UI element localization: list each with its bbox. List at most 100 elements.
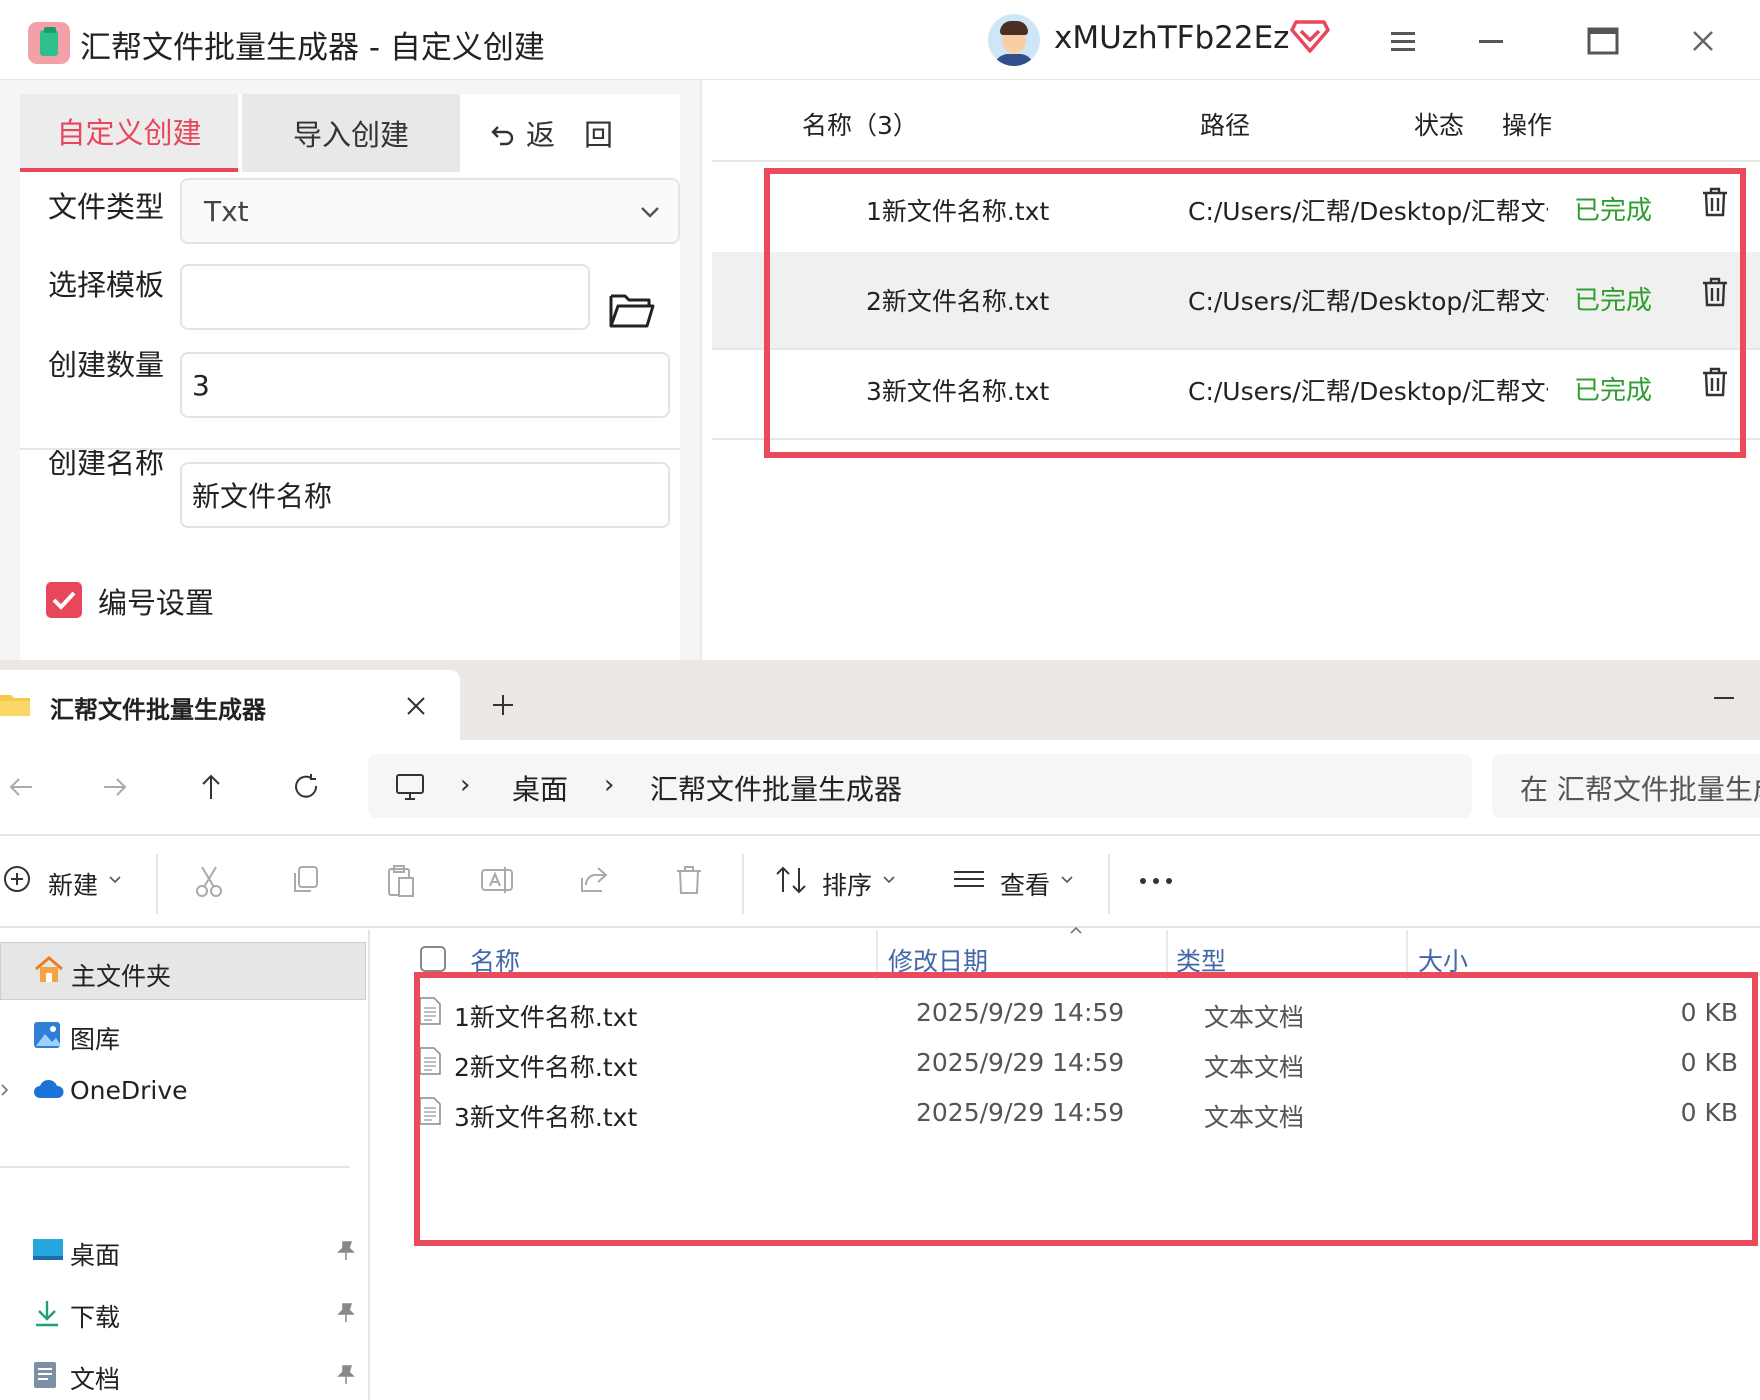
sidebar-item-documents[interactable]: 文档 [0, 1346, 366, 1400]
folder-open-icon[interactable] [608, 290, 656, 330]
sort-button[interactable]: 排序 [822, 866, 872, 902]
template-label: 选择模板 [48, 268, 165, 302]
back-button[interactable]: 返 回 [488, 94, 668, 172]
navigation-bar: › 桌面 › 汇帮文件批量生成器 在 汇帮文件批量生成器 中搜索 [0, 740, 1760, 836]
toolbar-divider [1108, 854, 1110, 914]
form-divider [20, 448, 680, 450]
home-icon [35, 956, 63, 982]
numbering-checkbox[interactable] [46, 582, 82, 618]
sidebar-item-label: 下载 [70, 1303, 121, 1332]
name-input[interactable]: 新文件名称 [180, 462, 670, 528]
copy-icon[interactable] [290, 864, 320, 896]
app-window: 汇帮文件批量生成器 - 自定义创建 xMUzhTFb22Ez 自定义创建 导入创… [0, 0, 1760, 660]
back-label: 返 回 [526, 118, 614, 152]
command-toolbar: 新建 排序 查看 [0, 838, 1760, 928]
highlight-box [414, 972, 1758, 1246]
back-icon[interactable] [6, 772, 36, 802]
more-options-icon[interactable] [1138, 876, 1174, 886]
breadcrumb-folder[interactable]: 汇帮文件批量生成器 [650, 768, 902, 808]
computer-icon[interactable] [394, 772, 426, 802]
paste-icon[interactable] [386, 864, 416, 898]
file-type-label: 文件类型 [48, 190, 165, 224]
name-label: 创建名称 [48, 446, 165, 480]
pin-icon[interactable] [336, 1364, 356, 1386]
explorer-tab[interactable]: 汇帮文件批量生成器 [0, 670, 460, 740]
forward-icon[interactable] [100, 772, 130, 802]
new-button[interactable]: 新建 [48, 866, 98, 902]
sidebar-item-label: 图库 [70, 1025, 121, 1054]
sort-ascending-icon [1070, 926, 1082, 934]
explorer-tab-title: 汇帮文件批量生成器 [50, 696, 266, 724]
pin-icon[interactable] [336, 1240, 356, 1262]
explorer-tab-bar: 汇帮文件批量生成器 [0, 660, 1760, 740]
sidebar-item-label: OneDrive [70, 1076, 188, 1105]
tab-custom-create[interactable]: 自定义创建 [20, 94, 238, 172]
select-all-checkbox[interactable] [420, 946, 446, 972]
gallery-icon [34, 1022, 60, 1048]
desktop-icon [33, 1239, 63, 1260]
vip-diamond-icon[interactable] [1290, 18, 1330, 54]
breadcrumb-separator-icon[interactable]: › [604, 770, 614, 800]
search-placeholder: 在 汇帮文件批量生成器 中搜索 [1520, 773, 1760, 806]
delete-icon[interactable] [674, 864, 704, 896]
chevron-down-icon[interactable] [882, 874, 896, 886]
address-bar[interactable]: › 桌面 › 汇帮文件批量生成器 [368, 754, 1472, 818]
sidebar-item-label: 文档 [70, 1365, 121, 1394]
breadcrumb-separator-icon[interactable]: › [460, 770, 470, 800]
sort-icon[interactable] [774, 864, 808, 896]
sidebar-item-home[interactable]: 主文件夹 [0, 942, 366, 1000]
share-icon[interactable] [578, 864, 610, 894]
tab-import-create[interactable]: 导入创建 [242, 94, 460, 172]
download-icon [36, 1301, 58, 1327]
close-icon[interactable] [1680, 18, 1726, 64]
view-button[interactable]: 查看 [1000, 866, 1050, 902]
toolbar-divider [156, 854, 158, 914]
count-input[interactable]: 3 [180, 352, 670, 418]
minimize-icon[interactable] [1468, 18, 1514, 64]
view-icon[interactable] [952, 864, 986, 894]
new-tab-plus-icon[interactable] [490, 692, 516, 718]
expand-chevron-icon[interactable] [0, 1082, 10, 1098]
col-path: 路径 [1200, 111, 1251, 140]
back-arrow-icon [491, 126, 514, 146]
onedrive-cloud-icon [34, 1079, 64, 1098]
app-logo-icon [28, 22, 70, 64]
up-icon[interactable] [196, 772, 226, 802]
cut-icon[interactable] [194, 864, 224, 898]
sidebar-item-label: 桌面 [70, 1241, 121, 1270]
search-box[interactable]: 在 汇帮文件批量生成器 中搜索 [1492, 754, 1760, 818]
new-plus-icon[interactable] [2, 864, 32, 894]
count-label: 创建数量 [48, 348, 165, 382]
col-status: 状态 [1414, 111, 1465, 140]
sidebar-divider [0, 1166, 350, 1168]
toolbar-divider [742, 854, 744, 914]
highlight-box [764, 168, 1746, 458]
sidebar-item-gallery[interactable]: 图库 [0, 1006, 366, 1064]
col-action: 操作 [1502, 111, 1553, 140]
rename-icon[interactable] [480, 864, 514, 896]
user-avatar[interactable] [988, 14, 1040, 66]
breadcrumb-desktop[interactable]: 桌面 [512, 768, 568, 808]
chevron-down-icon[interactable] [108, 874, 122, 886]
navigation-pane: 主文件夹 图库 OneDrive 桌面 下载 文档 [0, 930, 370, 1400]
col-name: 名称（3） [802, 111, 918, 140]
numbering-label[interactable]: 编号设置 [98, 580, 214, 622]
sidebar-item-desktop[interactable]: 桌面 [0, 1222, 366, 1280]
pin-icon[interactable] [336, 1302, 356, 1324]
file-type-select[interactable]: Txt [180, 178, 680, 244]
sidebar-item-onedrive[interactable]: OneDrive [0, 1062, 366, 1120]
folder-icon [0, 695, 30, 716]
title-bar: 汇帮文件批量生成器 - 自定义创建 xMUzhTFb22Ez [0, 0, 1760, 80]
maximize-icon[interactable] [1580, 18, 1626, 64]
template-input[interactable] [180, 264, 590, 330]
chevron-down-icon[interactable] [1060, 874, 1074, 886]
username[interactable]: xMUzhTFb22Ez [1054, 20, 1289, 56]
tab-close-icon[interactable] [404, 694, 428, 718]
app-title: 汇帮文件批量生成器 - 自定义创建 [80, 30, 545, 66]
explorer-minimize-icon[interactable] [1710, 688, 1738, 708]
refresh-icon[interactable] [292, 772, 322, 802]
sidebar-item-label: 主文件夹 [71, 962, 172, 991]
sidebar-item-downloads[interactable]: 下载 [0, 1284, 366, 1342]
chevron-down-icon [641, 207, 659, 218]
menu-icon[interactable] [1380, 18, 1426, 64]
